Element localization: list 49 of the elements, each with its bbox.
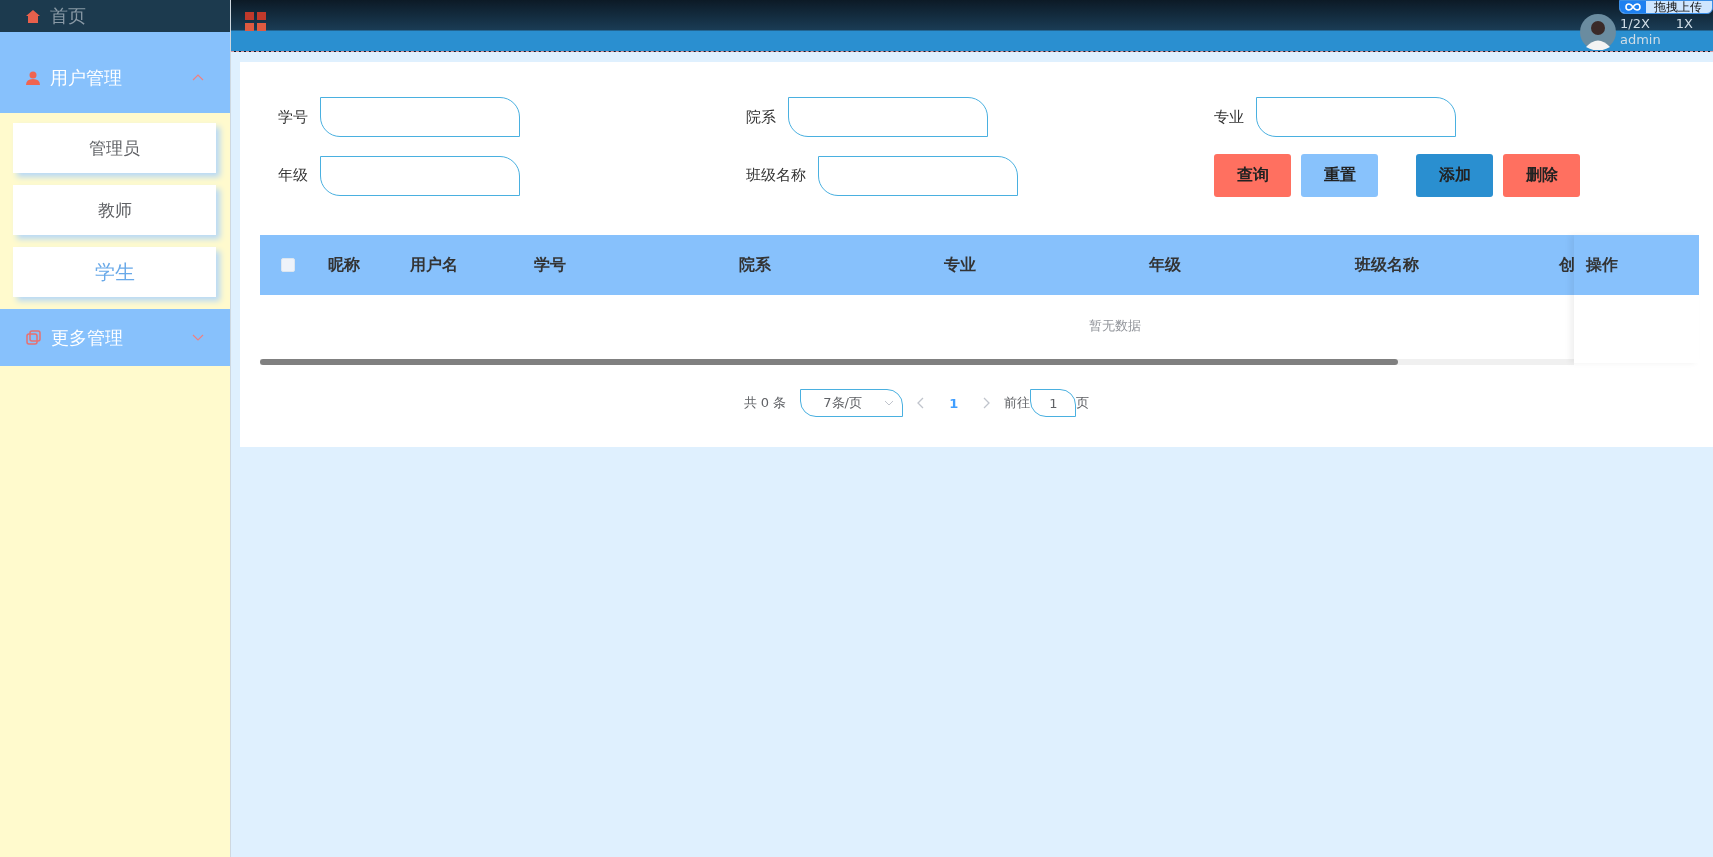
column-header: 学号 [534,254,566,274]
column-header: 创 [1559,254,1575,274]
home-icon [26,9,40,23]
query-button[interactable]: 查询 [1214,154,1291,197]
user-icon [26,70,40,85]
page-input[interactable]: 1 [1030,389,1077,417]
checkbox[interactable] [281,258,295,272]
empty-text: 暂无数据 [1088,317,1141,335]
chevron-down-icon [884,400,895,406]
column-header: 专业 [944,254,976,274]
menu-item[interactable]: 首页 [0,0,230,32]
copy-icon [26,330,41,345]
field-label: 年级 [278,166,308,185]
username: admin [1620,32,1662,48]
page-size-select[interactable]: 7条/页 [800,389,904,417]
total-count: 共 0 条 [743,394,787,412]
input-field[interactable] [788,97,988,137]
goto-label: 前往 [1004,394,1031,412]
avatar[interactable] [1580,14,1616,50]
column-header: 院系 [739,254,771,274]
input-field[interactable] [320,97,520,137]
input-field[interactable] [320,155,520,196]
column-header: 用户名 [410,254,458,274]
zoom-label: 1/2X [1620,16,1650,32]
column-header: 操作 [1586,254,1618,276]
field-label: 院系 [746,107,776,127]
field-label: 学号 [278,107,308,127]
zoom-label: 1X [1675,16,1693,32]
upload-badge[interactable]: 拖拽上传 [1619,0,1713,14]
chevron-down-icon [192,334,204,341]
field-label: 班级名称 [746,166,806,185]
column-header: 年级 [1149,254,1181,274]
reset-button[interactable]: 重置 [1301,154,1378,197]
add-button[interactable]: 添加 [1416,154,1493,197]
page-suffix: 页 [1076,394,1090,412]
input-field[interactable] [1256,97,1456,137]
prev-icon[interactable] [917,397,926,409]
delete-button[interactable]: 删除 [1503,154,1580,197]
scrollbar-thumb[interactable] [260,359,1398,365]
submenu-item[interactable]: 教师 [13,185,216,235]
grid-icon[interactable] [245,12,267,32]
column-header: 昵称 [328,254,360,274]
next-icon[interactable] [982,397,991,409]
submenu-item[interactable]: 管理员 [13,123,216,173]
column-header: 班级名称 [1355,254,1419,274]
infinity-icon [1625,3,1641,11]
field-label: 专业 [1214,107,1244,127]
input-field[interactable] [818,155,1018,196]
chevron-up-icon [192,74,204,81]
